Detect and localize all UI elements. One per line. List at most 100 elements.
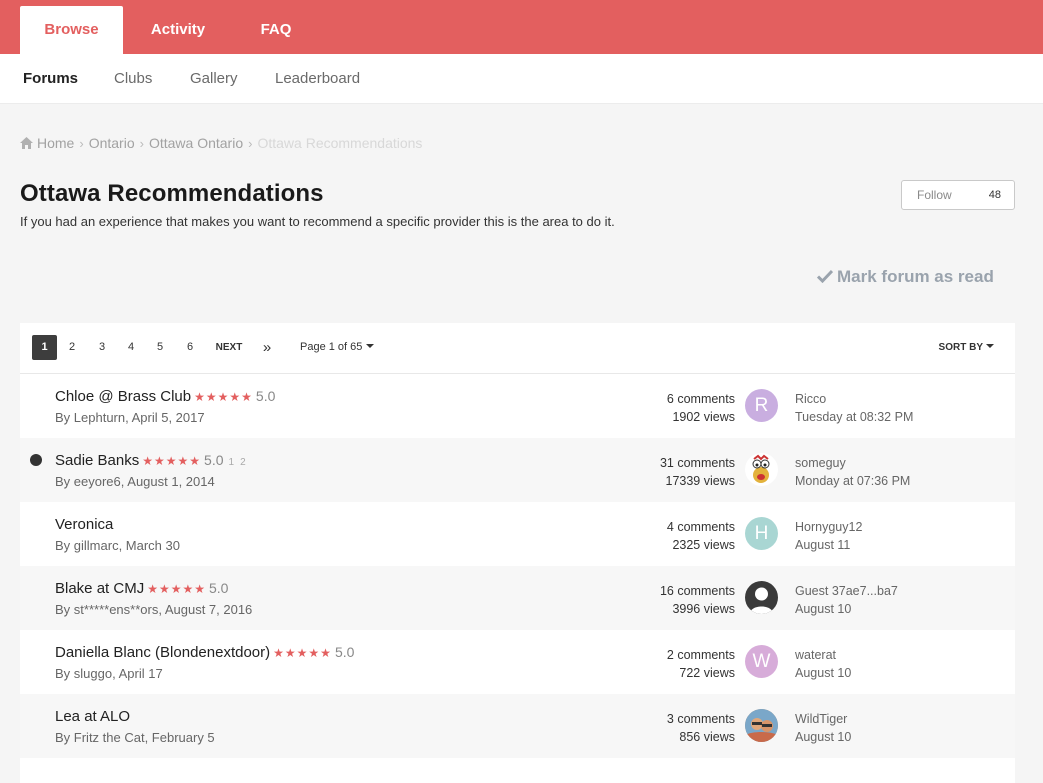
comments-count: 2 comments	[666, 648, 735, 662]
follow-button[interactable]: Follow 48	[901, 180, 1015, 210]
last-poster-name[interactable]: Hornyguy12	[795, 518, 862, 536]
topic-title-link[interactable]: Veronica	[55, 516, 113, 533]
topic-title-link[interactable]: Daniella Blanc (Blondenextdoor)	[55, 644, 270, 661]
page-5[interactable]: 5	[148, 335, 172, 360]
topic-title-line: Daniella Blanc (Blondenextdoor) ★★★★★ 5.0	[55, 644, 354, 661]
views-count: 722 views	[679, 666, 735, 680]
topic-page-link[interactable]: 1	[229, 457, 235, 468]
next-page-button[interactable]: NEXT	[212, 335, 246, 360]
mark-read-label: Mark forum as read	[837, 267, 994, 286]
tab-browse[interactable]: Browse	[20, 6, 123, 54]
topic-row: Lea at ALO By Fritz the Cat, February 5 …	[20, 694, 1015, 758]
subnav-gallery[interactable]: Gallery	[190, 54, 238, 104]
topic-stats: 31 comments 17339 views	[660, 454, 735, 490]
topic-stats: 2 comments 722 views	[667, 646, 735, 682]
unread-dot-icon[interactable]	[30, 454, 42, 466]
rating-stars-icon: ★★★★★	[194, 390, 253, 404]
topic-title-link[interactable]: Chloe @ Brass Club	[55, 388, 191, 405]
last-poster: someguy Monday at 07:36 PM	[795, 454, 910, 490]
views-count: 17339 views	[665, 474, 736, 488]
subnav-forums[interactable]: Forums	[23, 54, 78, 104]
home-icon	[20, 137, 33, 149]
rating-stars-icon: ★★★★★	[142, 454, 202, 468]
checkmark-icon	[817, 269, 833, 283]
page-1[interactable]: 1	[32, 335, 57, 360]
forum-description: If you had an experience that makes you …	[20, 214, 615, 229]
breadcrumb-ontario[interactable]: Ontario	[89, 135, 135, 151]
page-6[interactable]: 6	[178, 335, 202, 360]
last-poster: Ricco Tuesday at 08:32 PM	[795, 390, 913, 426]
topic-title-line: Lea at ALO	[55, 708, 130, 725]
topic-title-line: Veronica	[55, 516, 113, 533]
last-post-time[interactable]: August 10	[795, 664, 851, 682]
chevron-right-icon: ›	[79, 136, 84, 151]
topic-row: Blake at CMJ ★★★★★ 5.0 By st*****ens**ors,…	[20, 566, 1015, 630]
comments-count: 6 comments	[666, 392, 735, 406]
topic-byline: By Fritz the Cat, February 5	[55, 730, 215, 745]
subnav-clubs[interactable]: Clubs	[114, 54, 152, 104]
last-poster: Hornyguy12 August 11	[795, 518, 862, 554]
topic-row: Veronica By gillmarc, March 30 4 comment…	[20, 502, 1015, 566]
breadcrumb-ottawa-ontario[interactable]: Ottawa Ontario	[149, 135, 243, 151]
last-poster-name[interactable]: Ricco	[795, 390, 913, 408]
rating-value: 5.0	[334, 644, 355, 660]
page-of-label: Page 1 of 65	[300, 341, 363, 353]
tab-activity[interactable]: Activity	[132, 6, 224, 54]
last-post-time[interactable]: August 11	[795, 536, 862, 554]
sort-by-label: SORT BY	[938, 342, 983, 353]
avatar[interactable]: R	[745, 389, 778, 422]
cartoon-avatar-icon	[752, 454, 770, 483]
views-count: 1902 views	[672, 410, 735, 424]
topic-mini-pagination: 12	[229, 457, 252, 468]
avatar[interactable]	[745, 581, 778, 614]
page-4[interactable]: 4	[119, 335, 143, 360]
rating-value: 5.0	[255, 388, 276, 404]
last-post-time[interactable]: August 10	[795, 728, 851, 746]
last-poster-name[interactable]: WildTiger	[795, 710, 851, 728]
topic-stats: 6 comments 1902 views	[667, 390, 735, 426]
topic-byline: By eeyore6, August 1, 2014	[55, 474, 215, 489]
topic-byline: By sluggo, April 17	[55, 666, 163, 681]
views-count: 856 views	[679, 730, 735, 744]
page-3[interactable]: 3	[90, 335, 114, 360]
last-poster-name[interactable]: waterat	[795, 646, 851, 664]
last-poster: WildTiger August 10	[795, 710, 851, 746]
photo-avatar-icon	[745, 709, 778, 742]
last-poster-name[interactable]: someguy	[795, 454, 910, 472]
caret-down-icon	[366, 344, 375, 348]
topic-title-link[interactable]: Blake at CMJ	[55, 580, 144, 597]
topic-byline: By gillmarc, March 30	[55, 538, 180, 553]
breadcrumb-home[interactable]: Home	[37, 135, 74, 151]
rating-stars-icon: ★★★★★	[147, 582, 206, 596]
topic-row: Sadie Banks ★★★★★ 5.0 1 2 By eeyore6, August…	[20, 438, 1015, 502]
last-post-time[interactable]: Tuesday at 08:32 PM	[795, 408, 913, 426]
last-poster-name[interactable]: Guest 37ae7...ba7	[795, 582, 898, 600]
avatar[interactable]	[745, 453, 778, 486]
topic-byline: By st*****ens**ors, August 7, 2016	[55, 602, 253, 617]
avatar[interactable]	[745, 709, 778, 742]
subnav-leaderboard[interactable]: Leaderboard	[275, 54, 360, 104]
sort-by-dropdown[interactable]: SORT BY	[939, 335, 994, 360]
last-post-time[interactable]: Monday at 07:36 PM	[795, 472, 910, 490]
topic-title-line: Chloe @ Brass Club ★★★★★ 5.0	[55, 388, 275, 405]
last-post-time[interactable]: August 10	[795, 600, 898, 618]
comments-count: 16 comments	[659, 584, 735, 598]
views-count: 3996 views	[672, 602, 735, 616]
avatar[interactable]: H	[745, 517, 778, 550]
mark-forum-read-button[interactable]: Mark forum as read	[817, 267, 994, 287]
page-title: Ottawa Recommendations	[20, 180, 324, 207]
topic-title-link[interactable]: Lea at ALO	[55, 708, 130, 725]
topic-title-line: Blake at CMJ ★★★★★ 5.0	[55, 580, 228, 597]
follow-count: 48	[988, 189, 1001, 201]
secondary-nav: Forums Clubs Gallery Leaderboard	[0, 54, 1043, 104]
page-jump-dropdown[interactable]: Page 1 of 65	[300, 335, 375, 360]
chevron-right-icon: ›	[139, 136, 144, 151]
last-poster: waterat August 10	[795, 646, 851, 682]
topic-title-link[interactable]: Sadie Banks	[55, 452, 139, 469]
tab-faq[interactable]: FAQ	[236, 6, 316, 54]
page-2[interactable]: 2	[60, 335, 84, 360]
comments-count: 31 comments	[659, 456, 735, 470]
last-page-icon[interactable]: »	[258, 335, 276, 360]
topic-page-link[interactable]: 2	[240, 457, 246, 468]
avatar[interactable]: W	[745, 645, 778, 678]
